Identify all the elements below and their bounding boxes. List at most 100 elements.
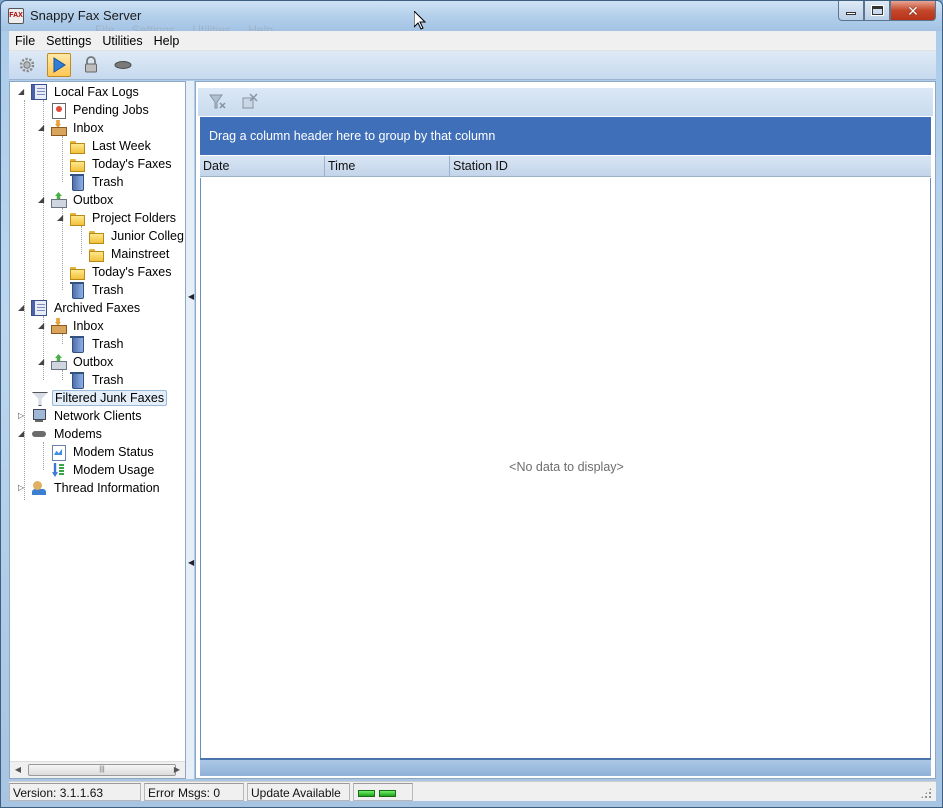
collapse-icon[interactable]: ◢: [38, 124, 46, 132]
error-msgs-status: Error Msgs: 0: [144, 782, 244, 801]
tree-node-last-week[interactable]: Last Week: [58, 137, 153, 155]
tree-label: Trash: [92, 283, 124, 297]
panel-splitter[interactable]: ◀ ◀: [186, 81, 194, 779]
pending-jobs-icon: [50, 102, 66, 119]
trash-icon: [69, 372, 85, 389]
tree-node-outbox-todays-faxes[interactable]: Today's Faxes: [58, 263, 174, 281]
minimize-button[interactable]: [838, 1, 864, 21]
tree-node-network-clients[interactable]: ▷ Network Clients: [18, 407, 144, 425]
maximize-button[interactable]: [864, 1, 890, 21]
update-status[interactable]: Update Available: [247, 782, 350, 801]
resize-grip-icon[interactable]: [920, 787, 932, 799]
play-icon: [53, 57, 66, 73]
group-by-area[interactable]: Drag a column header here to group by th…: [200, 117, 931, 155]
ghost-menu-text: File Settings Utilities Help: [95, 23, 274, 31]
tree-label: Project Folders: [92, 211, 177, 225]
column-header-date[interactable]: Date: [200, 156, 325, 177]
column-header-station-id[interactable]: Station ID: [450, 156, 931, 177]
folder-tree-panel: ◢ Local Fax Logs Pending Jobs ◢ Inbox La…: [9, 81, 186, 779]
modem-toolbar-button[interactable]: [111, 53, 135, 77]
inbox-icon: [50, 120, 67, 136]
line-led-icon: [379, 789, 396, 797]
tree-node-archived-outbox-trash[interactable]: Trash: [58, 371, 126, 389]
folder-icon: [88, 246, 104, 262]
scrollbar-thumb[interactable]: |||: [28, 764, 176, 776]
tree-node-mainstreet[interactable]: Mainstreet: [77, 245, 171, 263]
lock-toolbar-button[interactable]: [79, 53, 103, 77]
menu-help[interactable]: Help: [148, 34, 185, 48]
tree-node-pending-jobs[interactable]: Pending Jobs: [39, 101, 151, 119]
filter-clear-icon: [209, 94, 226, 109]
collapse-icon[interactable]: ◢: [38, 196, 46, 204]
collapse-icon[interactable]: ◢: [57, 214, 65, 222]
tree-label: Trash: [92, 175, 124, 189]
settings-toolbar-button[interactable]: [15, 53, 39, 77]
empty-grid-message: <No data to display>: [509, 460, 624, 474]
window-title: Snappy Fax Server: [30, 8, 142, 23]
tree-node-local-outbox[interactable]: ◢ Outbox: [38, 191, 115, 209]
tree-horizontal-scrollbar[interactable]: ◀ ||| ▶: [10, 761, 185, 778]
tree-label: Outbox: [73, 355, 114, 369]
tree-node-archived-outbox[interactable]: ◢ Outbox: [38, 353, 115, 371]
close-button[interactable]: ✕: [890, 1, 936, 21]
lock-icon: [85, 56, 97, 73]
scroll-left-icon[interactable]: ◀: [12, 764, 24, 776]
splitter-collapse-icon[interactable]: ◀: [188, 559, 194, 567]
status-bar: Version: 3.1.1.63 Error Msgs: 0 Update A…: [9, 781, 936, 801]
title-bar[interactable]: FAX Snappy Fax Server File Settings Util…: [1, 1, 942, 31]
modem-status-icon: [50, 444, 66, 461]
tree-node-local-fax-logs[interactable]: ◢ Local Fax Logs: [18, 83, 141, 101]
expand-icon[interactable]: ▷: [18, 412, 26, 420]
tree-node-archived-inbox[interactable]: ◢ Inbox: [38, 317, 106, 335]
collapse-icon[interactable]: ◢: [18, 88, 26, 96]
modem-icon: [31, 426, 47, 442]
tree-node-project-folders[interactable]: ◢ Project Folders: [57, 209, 178, 227]
tree-node-archived-faxes[interactable]: ◢ Archived Faxes: [18, 299, 142, 317]
tree-label: Local Fax Logs: [54, 85, 139, 99]
tree-node-modem-status[interactable]: Modem Status: [39, 443, 156, 461]
tree-label: Filtered Junk Faxes: [52, 390, 168, 406]
menu-bar: File Settings Utilities Help: [9, 31, 936, 51]
delete-fax-button[interactable]: [240, 92, 260, 112]
collapse-icon[interactable]: ◢: [18, 304, 26, 312]
tree-label: Pending Jobs: [73, 103, 149, 117]
outbox-icon: [50, 354, 67, 370]
tree-label: Modem Usage: [73, 463, 155, 477]
modem-usage-icon: [50, 462, 66, 478]
tree-label: Network Clients: [54, 409, 142, 423]
collapse-icon[interactable]: ◢: [18, 430, 26, 438]
tree-node-outbox-trash[interactable]: Trash: [58, 281, 126, 299]
folder-icon: [69, 264, 85, 280]
tree-node-local-inbox[interactable]: ◢ Inbox: [38, 119, 106, 137]
trash-icon: [69, 336, 85, 353]
outbox-icon: [50, 192, 67, 208]
clear-filter-button[interactable]: [208, 92, 228, 112]
menu-file[interactable]: File: [9, 34, 40, 48]
expand-icon[interactable]: ▷: [18, 484, 26, 492]
menu-utilities[interactable]: Utilities: [96, 34, 147, 48]
tree-node-modems[interactable]: ◢ Modems: [18, 425, 104, 443]
splitter-collapse-icon[interactable]: ◀: [188, 293, 194, 301]
grid-column-header: Date Time Station ID: [200, 156, 931, 177]
app-icon[interactable]: FAX: [8, 8, 24, 24]
collapse-icon[interactable]: ◢: [38, 322, 46, 330]
tree-node-modem-usage[interactable]: Modem Usage: [39, 461, 156, 479]
network-computer-icon: [31, 408, 47, 424]
tree-node-inbox-trash[interactable]: Trash: [58, 173, 126, 191]
menu-settings[interactable]: Settings: [40, 34, 96, 48]
tree-node-junior-college[interactable]: Junior Colleg: [77, 227, 185, 245]
tree-label: Today's Faxes: [92, 157, 172, 171]
column-header-time[interactable]: Time: [325, 156, 450, 177]
tree-node-thread-information[interactable]: ▷ Thread Information: [18, 479, 162, 497]
tree-node-inbox-todays-faxes[interactable]: Today's Faxes: [58, 155, 174, 173]
scroll-right-icon[interactable]: ▶: [171, 764, 183, 776]
collapse-icon[interactable]: ◢: [38, 358, 46, 366]
grid-body[interactable]: <No data to display>: [200, 178, 931, 758]
tree-label: Junior Colleg: [111, 229, 184, 243]
modem-icon: [114, 61, 132, 69]
tree-node-filtered-junk-faxes[interactable]: Filtered Junk Faxes: [20, 389, 168, 407]
main-toolbar: [9, 51, 936, 80]
tree-label: Last Week: [92, 139, 151, 153]
tree-node-archived-inbox-trash[interactable]: Trash: [58, 335, 126, 353]
start-toolbar-button[interactable]: [47, 53, 71, 77]
